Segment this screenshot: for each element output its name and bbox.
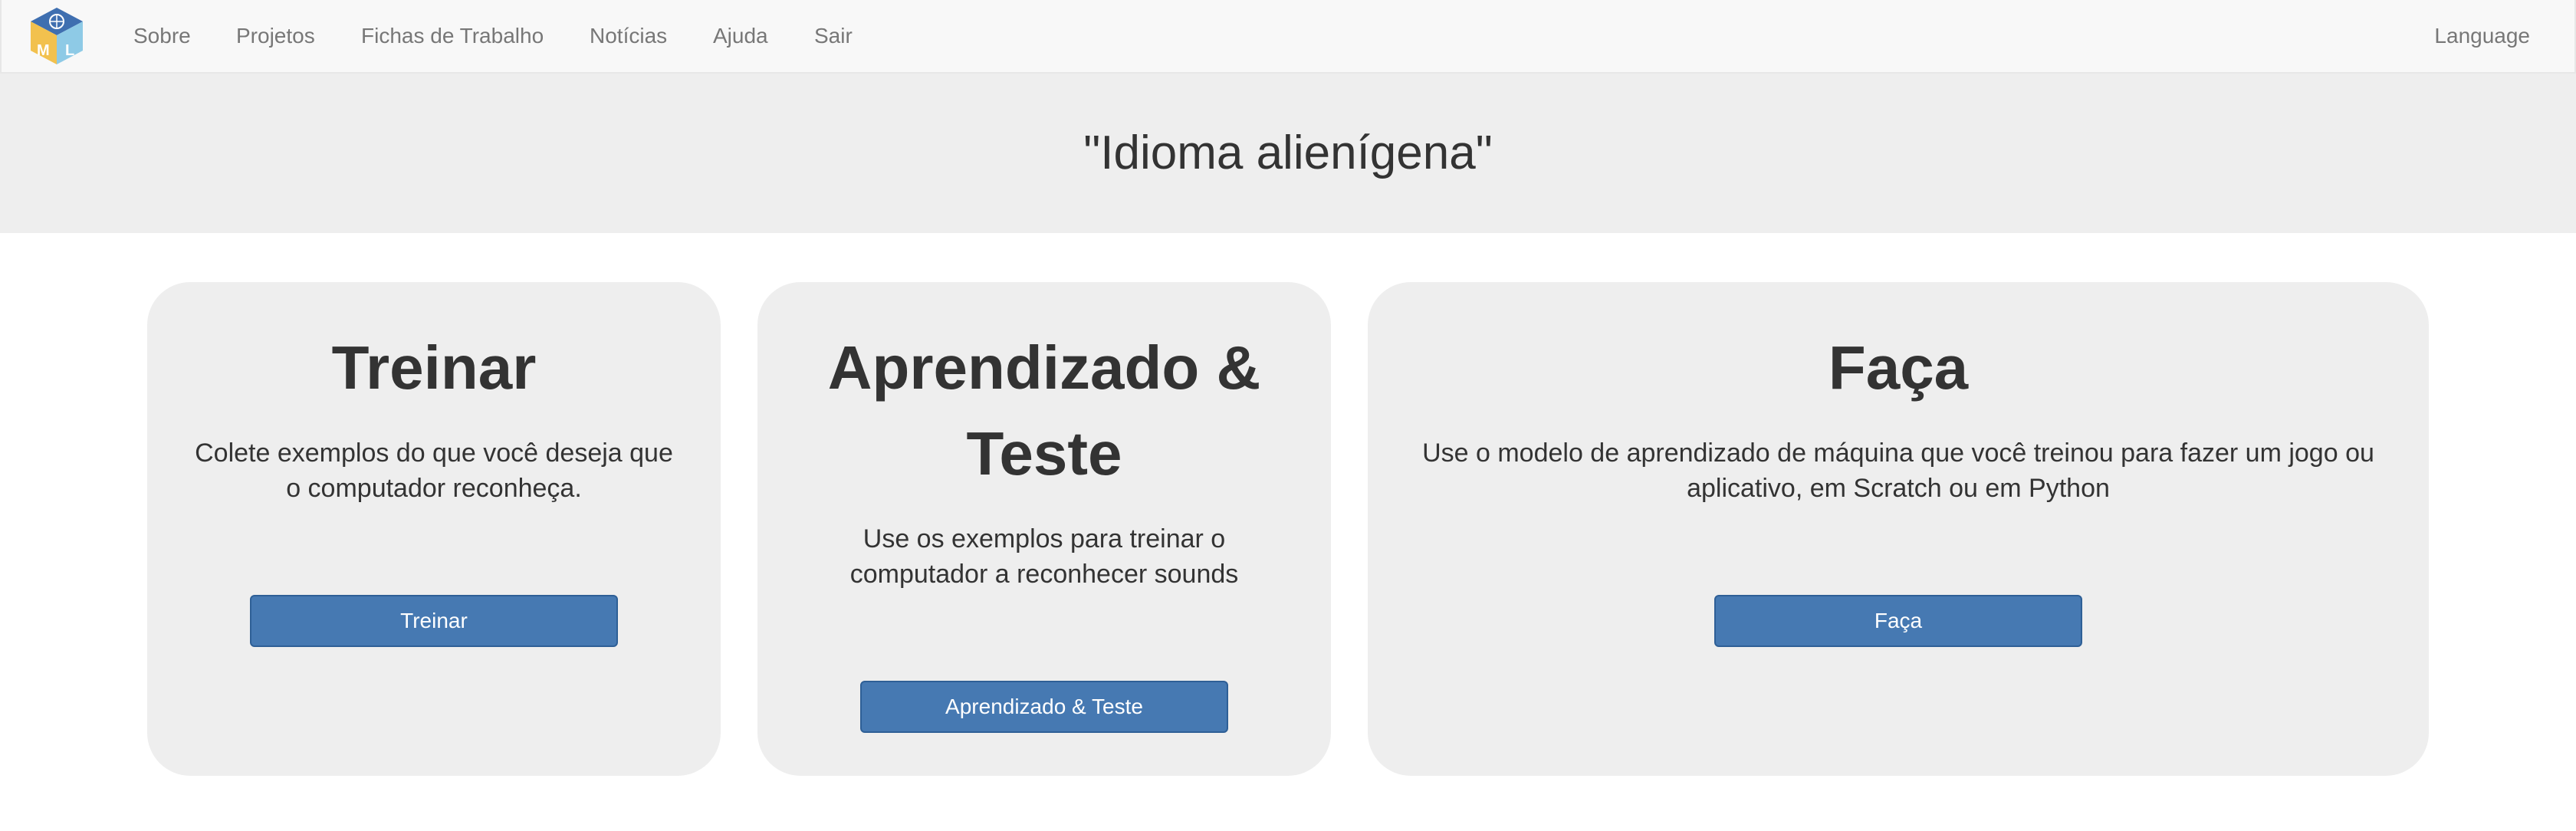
card-make-description: Use o modelo de aprendizado de máquina q… xyxy=(1422,438,2374,503)
card-learn-test: Aprendizado & Teste Use os exemplos para… xyxy=(757,282,1331,776)
language-menu[interactable]: Language xyxy=(2434,0,2530,72)
nav-item-ajuda[interactable]: Ajuda xyxy=(713,0,768,72)
train-button[interactable]: Treinar xyxy=(250,595,618,647)
svg-text:L: L xyxy=(65,42,74,59)
card-make: Faça Use o modelo de aprendizado de máqu… xyxy=(1368,282,2429,776)
nav-item-sair[interactable]: Sair xyxy=(814,0,853,72)
learn-test-button[interactable]: Aprendizado & Teste xyxy=(860,681,1228,733)
nav-item-sobre[interactable]: Sobre xyxy=(133,0,191,72)
ml-cube-logo-icon[interactable]: M L xyxy=(29,6,84,66)
card-learn-test-title: Aprendizado & Teste xyxy=(827,333,1261,488)
card-train-title: Treinar xyxy=(331,333,537,402)
card-train-description: Colete exemplos do que você deseja que o… xyxy=(195,438,673,503)
nav-item-projetos[interactable]: Projetos xyxy=(236,0,315,72)
make-button[interactable]: Faça xyxy=(1714,595,2082,647)
page-header-band: "Idioma alienígena" xyxy=(0,74,2576,233)
svg-text:M: M xyxy=(37,42,50,59)
card-train: Treinar Colete exemplos do que você dese… xyxy=(147,282,721,776)
card-make-title: Faça xyxy=(1828,333,1969,402)
nav-item-fichas-de-trabalho[interactable]: Fichas de Trabalho xyxy=(361,0,544,72)
top-navbar: M L Sobre Projetos Fichas de Trabalho No… xyxy=(0,0,2576,74)
page-title: "Idioma alienígena" xyxy=(1083,126,1493,179)
card-learn-test-description: Use os exemplos para treinar o computado… xyxy=(849,524,1239,589)
nav-item-noticias[interactable]: Notícias xyxy=(590,0,667,72)
